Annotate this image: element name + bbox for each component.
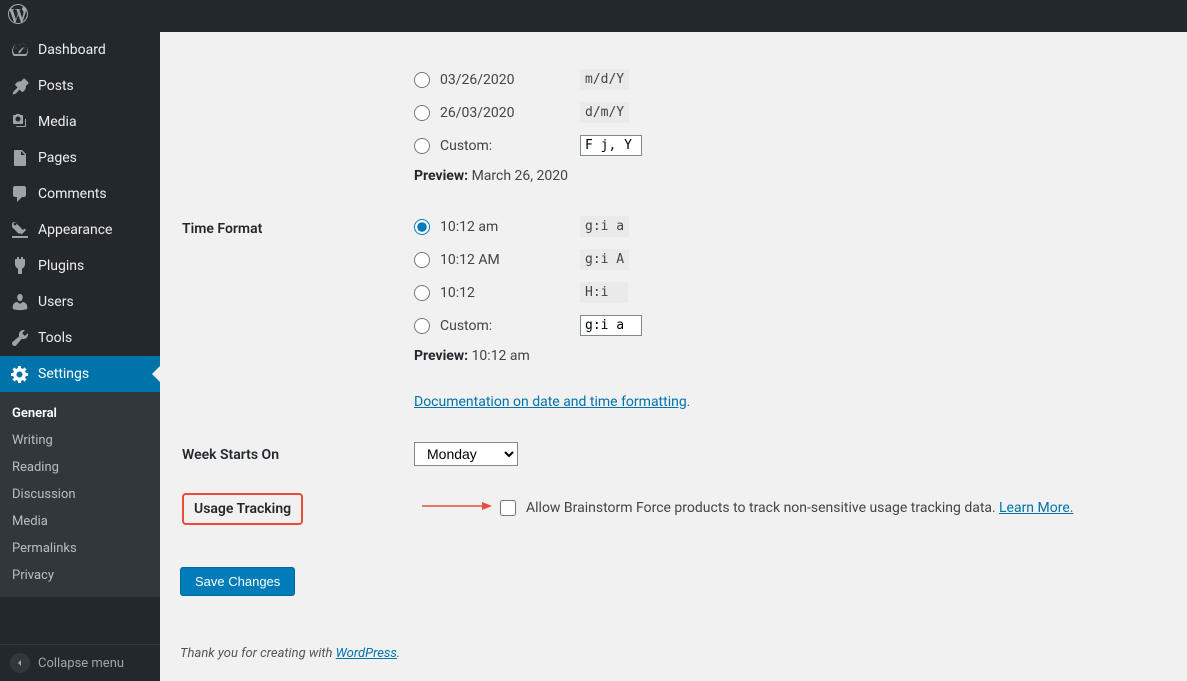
sidebar-label: Posts <box>38 78 74 94</box>
time-option-Hi[interactable]: 10:12 H:i <box>414 282 1155 303</box>
save-button[interactable]: Save Changes <box>180 567 295 596</box>
radio-input[interactable] <box>414 219 430 235</box>
admin-bar <box>0 0 1187 32</box>
collapse-menu[interactable]: Collapse menu <box>0 644 160 681</box>
users-icon <box>10 292 30 312</box>
arrow-icon <box>422 500 492 516</box>
dashboard-icon <box>10 40 30 60</box>
learn-more-link[interactable]: Learn More. <box>999 500 1073 516</box>
submenu-media[interactable]: Media <box>0 508 160 535</box>
appearance-icon <box>10 220 30 240</box>
time-option-giA[interactable]: 10:12 AM g:i A <box>414 249 1155 270</box>
settings-submenu: General Writing Reading Discussion Media… <box>0 392 160 597</box>
date-option-mdY[interactable]: 03/26/2020 m/d/Y <box>414 69 1155 90</box>
week-starts-heading: Week Starts On <box>182 427 402 483</box>
sidebar-item-users[interactable]: Users <box>0 284 160 320</box>
pin-icon <box>10 76 30 96</box>
settings-icon <box>10 364 30 384</box>
date-option-custom[interactable]: Custom: <box>414 135 1155 156</box>
time-option-label: 10:12 AM <box>440 252 580 268</box>
admin-sidebar: Dashboard Posts Media Pages Comments App… <box>0 32 160 681</box>
doc-link[interactable]: Documentation on date and time formattin… <box>414 394 687 410</box>
time-option-custom[interactable]: Custom: <box>414 315 1155 336</box>
time-option-label: 10:12 am <box>440 219 580 235</box>
sidebar-item-media[interactable]: Media <box>0 104 160 140</box>
date-preview: Preview: March 26, 2020 <box>414 168 1155 184</box>
sidebar-label: Comments <box>38 186 107 202</box>
code-hint: g:i A <box>580 249 629 270</box>
code-hint: m/d/Y <box>580 69 629 90</box>
submenu-general[interactable]: General <box>0 400 160 427</box>
code-hint: g:i a <box>580 216 629 237</box>
wordpress-link[interactable]: WordPress <box>336 646 397 661</box>
radio-input[interactable] <box>414 252 430 268</box>
sidebar-label: Settings <box>38 366 89 382</box>
radio-input[interactable] <box>414 138 430 154</box>
date-option-label: 26/03/2020 <box>440 105 580 121</box>
sidebar-item-pages[interactable]: Pages <box>0 140 160 176</box>
sidebar-label: Pages <box>38 150 77 166</box>
radio-input[interactable] <box>414 285 430 301</box>
code-hint: H:i <box>580 282 628 303</box>
sidebar-item-settings[interactable]: Settings <box>0 356 160 392</box>
submenu-writing[interactable]: Writing <box>0 427 160 454</box>
submenu-permalinks[interactable]: Permalinks <box>0 535 160 562</box>
tools-icon <box>10 328 30 348</box>
comments-icon <box>10 184 30 204</box>
custom-label: Custom: <box>440 318 580 334</box>
submenu-privacy[interactable]: Privacy <box>0 562 160 589</box>
sidebar-item-plugins[interactable]: Plugins <box>0 248 160 284</box>
sidebar-item-comments[interactable]: Comments <box>0 176 160 212</box>
custom-label: Custom: <box>440 138 580 154</box>
collapse-icon <box>10 653 30 673</box>
sidebar-item-tools[interactable]: Tools <box>0 320 160 356</box>
date-option-label: 03/26/2020 <box>440 72 580 88</box>
sidebar-item-dashboard[interactable]: Dashboard <box>0 32 160 68</box>
sidebar-label: Plugins <box>38 258 84 274</box>
time-preview: Preview: 10:12 am <box>414 348 1155 364</box>
media-icon <box>10 112 30 132</box>
sidebar-label: Users <box>38 294 74 310</box>
sidebar-label: Appearance <box>38 222 112 238</box>
usage-tracking-checkbox[interactable] <box>500 500 516 516</box>
sidebar-label: Dashboard <box>38 42 106 58</box>
radio-input[interactable] <box>414 72 430 88</box>
wordpress-logo-icon[interactable] <box>8 4 28 28</box>
date-option-dmY[interactable]: 26/03/2020 d/m/Y <box>414 102 1155 123</box>
content-area: 03/26/2020 m/d/Y 26/03/2020 d/m/Y Custom… <box>160 32 1187 681</box>
pages-icon <box>10 148 30 168</box>
plugins-icon <box>10 256 30 276</box>
submenu-discussion[interactable]: Discussion <box>0 481 160 508</box>
time-custom-input[interactable] <box>580 315 642 336</box>
sidebar-label: Media <box>38 114 77 130</box>
sidebar-item-posts[interactable]: Posts <box>0 68 160 104</box>
radio-input[interactable] <box>414 105 430 121</box>
sidebar-item-appearance[interactable]: Appearance <box>0 212 160 248</box>
time-option-label: 10:12 <box>440 285 580 301</box>
footer-note: Thank you for creating with WordPress. <box>180 646 1167 661</box>
submenu-reading[interactable]: Reading <box>0 454 160 481</box>
usage-tracking-label: Allow Brainstorm Force products to track… <box>526 500 996 516</box>
usage-tracking-heading: Usage Tracking <box>182 493 303 525</box>
code-hint: d/m/Y <box>580 102 629 123</box>
radio-input[interactable] <box>414 318 430 334</box>
week-starts-select[interactable]: Monday <box>414 442 518 466</box>
date-custom-input[interactable] <box>580 135 642 156</box>
time-format-heading: Time Format <box>182 201 402 425</box>
sidebar-label: Tools <box>38 330 72 346</box>
time-option-gia[interactable]: 10:12 am g:i a <box>414 216 1155 237</box>
